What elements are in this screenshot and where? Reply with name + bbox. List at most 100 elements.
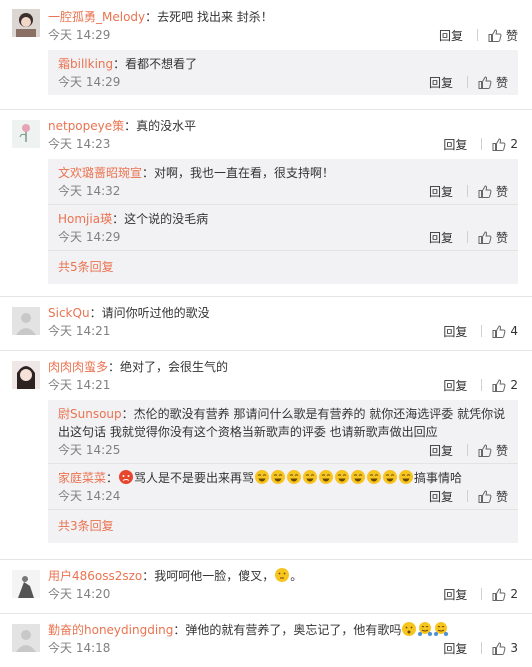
like-button[interactable]: 4 (492, 324, 518, 338)
thumbs-up-icon (478, 230, 492, 244)
like-button[interactable]: 2 (492, 378, 518, 392)
sub-username[interactable]: 文欢璐蔷昭琬宣 (58, 166, 142, 180)
avatar[interactable] (12, 570, 40, 598)
sub-text: ：对啊，我也一直在看，很支持啊！ (142, 166, 335, 180)
reply-button[interactable]: 回复 (443, 136, 467, 153)
comment-meta: 今天 14:29 回复 赞 (48, 26, 518, 44)
divider (476, 29, 478, 41)
comment-item: 用户486oss2szo：我呵呵他一脸，傻叉， 。 今天 14:20 回复 2 (0, 560, 532, 614)
thumbs-up-icon (492, 324, 506, 338)
thumbs-up-icon (478, 184, 492, 198)
like-button[interactable]: 赞 (478, 488, 508, 505)
divider (481, 138, 483, 150)
sub-text: ： (106, 471, 119, 485)
laughing-face-icon (367, 470, 382, 484)
thumbs-up-icon (492, 587, 506, 601)
like-count: 2 (510, 587, 518, 601)
comment-text: ：我呵呵他一脸，傻叉， (142, 569, 275, 583)
divider (481, 379, 483, 391)
like-count: 赞 (495, 443, 508, 458)
comment-text: ：去死吧 找出来 封杀！ (145, 10, 273, 24)
like-button[interactable]: 赞 (478, 229, 508, 246)
comment-text: ：请问你听过他的歌没 (89, 306, 210, 320)
like-button[interactable]: 2 (492, 137, 518, 151)
comment-username[interactable]: 一腔孤勇_Melody (48, 10, 145, 24)
reply-button[interactable]: 回复 (443, 640, 467, 657)
like-button[interactable]: 赞 (478, 442, 508, 459)
reply-button[interactable]: 回复 (443, 323, 467, 340)
like-count: 赞 (495, 184, 508, 199)
angry-face-emoji-icon (119, 470, 134, 484)
like-count: 赞 (495, 230, 508, 245)
avatar[interactable] (12, 307, 40, 335)
divider (466, 231, 468, 243)
sub-text: 搞事情哈 (414, 471, 463, 485)
comment-username[interactable]: 肉肉肉蛮多 (48, 360, 108, 374)
like-count: 4 (510, 324, 518, 338)
sub-comment: 家庭菜菜： 骂人是不是要出来再骂 搞事情哈 今天 14:24 回复 赞 (48, 464, 518, 510)
confused-face-icon (402, 622, 417, 636)
more-replies-link[interactable]: 共5条回复 (48, 251, 518, 284)
reply-button[interactable]: 回复 (443, 377, 467, 394)
like-button[interactable]: 赞 (478, 183, 508, 200)
reply-button[interactable]: 回复 (439, 27, 463, 44)
like-count: 赞 (495, 489, 508, 504)
laughing-face-icon (319, 470, 334, 484)
divider (466, 76, 468, 88)
laughing-face-icon (287, 470, 302, 484)
reply-button[interactable]: 回复 (429, 229, 453, 246)
sub-username[interactable]: 尉Sunsoup (58, 407, 122, 421)
reply-button[interactable]: 回复 (429, 488, 453, 505)
laughing-face-icon (335, 470, 350, 484)
reply-box: 文欢璐蔷昭琬宣：对啊，我也一直在看，很支持啊！ 今天 14:32 回复 赞 Ho… (48, 159, 518, 284)
comment-username[interactable]: SickQu (48, 306, 90, 320)
more-replies-link[interactable]: 共3条回复 (48, 510, 518, 543)
sub-username[interactable]: 霜billking (58, 57, 113, 71)
comment-time: 今天 14:21 (48, 324, 111, 338)
laughing-face-icon (303, 470, 318, 484)
reply-button[interactable]: 回复 (429, 74, 453, 91)
divider (466, 444, 468, 456)
sub-comment: 文欢璐蔷昭琬宣：对啊，我也一直在看，很支持啊！ 今天 14:32 回复 赞 (48, 159, 518, 205)
hugging-face-icon (434, 622, 449, 636)
like-button[interactable]: 赞 (488, 27, 518, 44)
avatar[interactable] (12, 9, 40, 37)
like-button[interactable]: 2 (492, 587, 518, 601)
sub-username[interactable]: 家庭菜菜 (58, 471, 106, 485)
reply-box: 尉Sunsoup：杰伦的歌没有营养 那请问什么歌是有营养的 就你还海选评委 就凭… (48, 400, 518, 543)
comment-item: netpopeye策：真的没水平 今天 14:23 回复 2 文欢璐蔷昭琬宣：对… (0, 110, 532, 297)
comment-text: 。 (290, 569, 303, 583)
sub-username[interactable]: Homjia瑛 (58, 212, 112, 226)
comment-item: SickQu：请问你听过他的歌没 今天 14:21 回复 4 (0, 297, 532, 351)
like-button[interactable]: 3 (492, 641, 518, 655)
comment-time: 今天 14:29 (48, 28, 111, 42)
like-button[interactable]: 赞 (478, 74, 508, 91)
like-count: 2 (510, 137, 518, 151)
comment-time: 今天 14:20 (48, 587, 111, 601)
divider (481, 642, 483, 654)
avatar[interactable] (12, 624, 40, 652)
sub-text: ：这个说的没毛病 (112, 212, 209, 226)
avatar[interactable] (12, 361, 40, 389)
thumbs-up-icon (492, 641, 506, 655)
comment-username[interactable]: netpopeye策 (48, 119, 124, 133)
laughing-face-icon (255, 470, 270, 484)
reply-button[interactable]: 回复 (429, 183, 453, 200)
comment-username[interactable]: 用户486oss2szo (48, 569, 142, 583)
comment-item: 一腔孤勇_Melody：去死吧 找出来 封杀！ 今天 14:29 回复 赞 霜b… (0, 0, 532, 110)
thumbs-up-icon (492, 378, 506, 392)
comment-username[interactable]: 勤奋的honeydingding (48, 623, 173, 637)
avatar[interactable] (12, 120, 40, 148)
divider (481, 325, 483, 337)
comment-item: 肉肉肉蛮多：绝对了，会很生气的 今天 14:21 回复 2 尉Sunsoup：杰… (0, 351, 532, 560)
reply-button[interactable]: 回复 (443, 586, 467, 603)
comment-text: ：弹他的就有营养了，奥忘记了，他有歌吗 (173, 623, 402, 637)
like-count: 3 (510, 641, 518, 655)
reply-button[interactable]: 回复 (429, 442, 453, 459)
sub-comment: Homjia瑛：这个说的没毛病 今天 14:29 回复 赞 (48, 205, 518, 251)
sub-comment: 霜billking：看都不想看了 今天 14:29 回复 赞 (48, 50, 518, 95)
laughing-face-icon (351, 470, 366, 484)
thumbs-up-icon (488, 28, 502, 42)
comment-time: 今天 14:21 (48, 378, 111, 392)
sub-time: 今天 14:29 (58, 230, 121, 244)
